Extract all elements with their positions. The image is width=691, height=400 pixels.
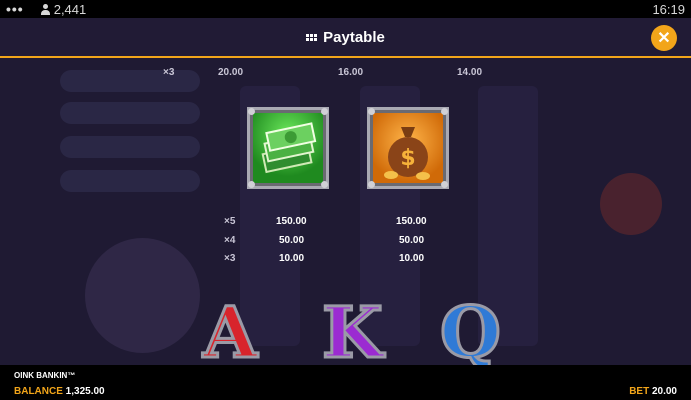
player-count: 2,441 <box>53 1 87 17</box>
symbol-tile-money-bag: $ <box>367 107 449 189</box>
pay-value: 150.00 <box>396 216 427 227</box>
bet-display: BET 20.00 <box>629 386 677 397</box>
svg-text:$: $ <box>400 146 415 171</box>
menu-dots-icon[interactable]: ••• <box>6 1 24 17</box>
pay-value: 14.00 <box>457 67 483 78</box>
previous-pays-row: ×3 20.00 16.00 14.00 <box>0 67 691 81</box>
close-icon: ✕ <box>657 30 671 47</box>
close-button[interactable]: ✕ <box>651 25 677 51</box>
page-title: Paytable <box>323 28 385 46</box>
pay-value: 50.00 <box>399 235 425 246</box>
cash-stack-icon <box>253 113 323 183</box>
status-bar: ••• 2,441 16:19 <box>0 0 691 18</box>
balance-label: BALANCE <box>14 386 63 397</box>
bet-label: BET <box>629 386 650 397</box>
bet-value: 20.00 <box>651 386 677 397</box>
pay-value: 16.00 <box>338 67 364 78</box>
balance-value: 1,325.00 <box>65 386 105 397</box>
symbol-letter-q: Q <box>439 291 503 374</box>
pay-multiplier: ×5 <box>224 216 236 227</box>
pay-value: 10.00 <box>399 253 425 264</box>
money-bag-icon: $ <box>373 113 443 183</box>
pay-value: 50.00 <box>279 235 305 246</box>
paytable-header: Paytable ✕ <box>0 18 691 58</box>
symbol-letter-a: A <box>201 291 258 374</box>
symbol-tile-cash <box>247 107 329 189</box>
grid-icon <box>306 33 318 41</box>
player-icon <box>40 3 51 15</box>
symbol-letter-k: K <box>321 291 385 374</box>
pay-multiplier: ×4 <box>224 235 236 246</box>
pay-value: 10.00 <box>279 253 305 264</box>
game-name: OINK BANKIN™ <box>14 371 76 380</box>
pay-value: 20.00 <box>218 67 244 78</box>
pay-value: 150.00 <box>276 216 307 227</box>
clock: 16:19 <box>652 1 685 17</box>
footer-bar: OINK BANKIN™ BALANCE 1,325.00 BET 20.00 <box>0 365 691 400</box>
pay-multiplier: ×3 <box>224 253 236 264</box>
pay-multiplier: ×3 <box>163 67 175 78</box>
balance-display: BALANCE 1,325.00 <box>14 386 105 397</box>
